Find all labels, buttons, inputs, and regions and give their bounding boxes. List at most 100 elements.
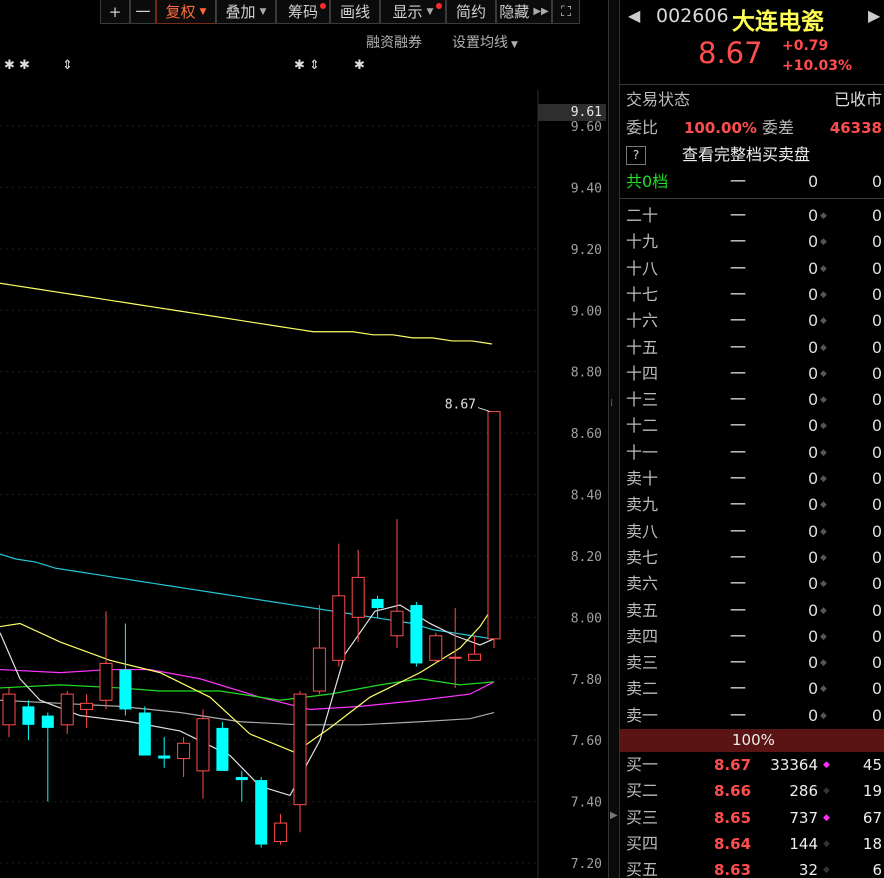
sell-level-price: 一 — [730, 600, 747, 620]
sell-level-extra: 0 — [871, 495, 882, 515]
pane-splitter[interactable]: ⁞ ▶ — [608, 0, 620, 878]
candle-body — [196, 718, 210, 772]
buy-level-price: 8.66 — [714, 782, 752, 801]
sell-level-row[interactable]: 卖二一 0 ◆ 0 — [620, 676, 884, 702]
diamond-icon: ◆ — [820, 605, 827, 616]
candle-body — [119, 669, 132, 710]
buy-level-row[interactable]: 买一 8.67 33364 ◆ 45 — [620, 752, 884, 778]
sell-level-price: 一 — [730, 574, 747, 594]
sell-level-row[interactable]: 卖六一 0 ◆ 0 — [620, 571, 884, 597]
sell-level-extra: 0 — [871, 521, 882, 541]
sell-level-extra: 0 — [871, 363, 882, 383]
sell-level-row[interactable]: 十三一 0 ◆ 0 — [620, 387, 884, 413]
sell-level-extra: 0 — [871, 469, 882, 488]
sell-level-price: 一 — [730, 495, 747, 515]
candle-body — [255, 780, 268, 845]
buy-level-row[interactable]: 买四 8.64 144 ◆ 18 — [620, 831, 884, 857]
sell-level-extra: 0 — [871, 679, 882, 699]
sell-level-row[interactable]: 卖十一 0 ◆ 0 — [620, 466, 884, 492]
splitter-grip-icon: ⁞ — [610, 398, 614, 409]
sell-level-row[interactable]: 二十一 0 ◆ 0 — [620, 203, 884, 229]
sell-level-row[interactable]: 卖九一 0 ◆ 0 — [620, 492, 884, 518]
last-price: 8.67 — [698, 36, 763, 70]
order-book-pane: ◀ 002606 大连电瓷 ▶ 8.67 +0.79 +10.03% 交易状态 … — [620, 0, 884, 878]
buy-level-extra: 67 — [862, 808, 882, 827]
sell-level-row[interactable]: 卖三一 0 ◆ 0 — [620, 650, 884, 676]
sell-level-row[interactable]: 十六一 0 ◆ 0 — [620, 308, 884, 334]
prev-stock-icon[interactable]: ◀ — [628, 6, 640, 25]
sell-level-vol: 0 — [808, 574, 819, 594]
buy-level-extra: 18 — [862, 834, 882, 853]
sell-level-extra: 0 — [871, 337, 882, 357]
sell-level-extra: 0 — [871, 653, 882, 673]
diamond-icon: ◆ — [820, 395, 827, 406]
sell-level-row[interactable]: 十七一 0 ◆ 0 — [620, 282, 884, 308]
sell-level-price: 一 — [730, 258, 747, 278]
ma-line — [0, 282, 493, 345]
diamond-icon: ◆ — [820, 658, 827, 669]
candle-body — [487, 411, 501, 640]
splitter-arrow-icon: ▶ — [610, 810, 618, 821]
sell-level-row[interactable]: 卖七一 0 ◆ 0 — [620, 545, 884, 571]
kline-chart-pane[interactable]: + 一 复权 ▼ 叠加 ▼ 筹码 画线 显示 ▼ 简约 隐藏 ▶▶ ⛶ 融资融券 设置均… — [0, 0, 608, 878]
weicha-label: 委差 — [762, 118, 795, 137]
kline-svg: 9.60 9.40 9.20 9.00 8.80 8.60 8.40 8.20 8.00 7.80… — [0, 90, 602, 878]
sell-level-extra: 0 — [871, 206, 882, 225]
full-depth-row[interactable]: ? 查看完整档买卖盘 — [620, 142, 884, 168]
sell-level-label: 卖十 — [626, 469, 659, 488]
help-icon[interactable]: ? — [626, 146, 646, 165]
ma-line — [0, 699, 495, 726]
sell-level-price: 一 — [730, 521, 747, 541]
stock-name: 大连电瓷 — [732, 9, 824, 35]
diamond-icon: ◆ — [820, 631, 827, 642]
buy-level-label: 买四 — [626, 833, 659, 853]
diamond-icon: ◆ — [823, 812, 830, 823]
buy-level-vol: 33364 — [770, 756, 818, 774]
sell-level-label: 十八 — [626, 258, 659, 278]
sell-level-vol: 0 — [808, 442, 819, 462]
candle-body — [138, 712, 151, 756]
y-tick-label: 8.20 — [571, 550, 602, 565]
sell-level-vol: 0 — [808, 337, 819, 357]
sell-level-row[interactable]: 十一一 0 ◆ 0 — [620, 440, 884, 466]
price-change-pct: +10.03% — [782, 58, 853, 74]
buy-level-row[interactable]: 买三 8.65 737 ◆ 67 — [620, 805, 884, 831]
sell-level-row[interactable]: 十八一 0 ◆ 0 — [620, 256, 884, 282]
sell-level-row[interactable]: 卖四一 0 ◆ 0 — [620, 624, 884, 650]
candle-body — [2, 693, 16, 726]
y-tick-label: 8.60 — [571, 427, 602, 442]
candle-body — [158, 755, 171, 759]
buy-level-vol: 737 — [789, 808, 818, 827]
sell-level-row[interactable]: 卖八一 0 ◆ 0 — [620, 519, 884, 545]
sell-level-label: 卖四 — [626, 626, 659, 646]
sell-level-price: 一 — [730, 390, 747, 410]
sell-level-price: 一 — [730, 547, 747, 567]
sell-level-row[interactable]: 十九一 0 ◆ 0 — [620, 229, 884, 255]
sell-level-label: 卖二 — [626, 679, 659, 699]
buy-level-row[interactable]: 买五 8.63 32 ◆ 6 — [620, 857, 884, 878]
sell-level-vol: 0 — [808, 600, 819, 620]
buy-level-vol: 286 — [789, 782, 818, 801]
next-stock-icon[interactable]: ▶ — [868, 6, 880, 25]
buy-level-extra: 6 — [872, 861, 882, 878]
sell-level-vol: 0 — [808, 469, 819, 488]
sell-level-row[interactable]: 十二一 0 ◆ 0 — [620, 413, 884, 439]
sell-level-row[interactable]: 卖一一 0 ◆ 0 — [620, 703, 884, 729]
weibi-row: 委比 100.00% 委差 46338 — [620, 115, 884, 141]
buy-level-vol: 32 — [798, 861, 818, 878]
diamond-icon: ◆ — [823, 786, 830, 797]
buy-level-row[interactable]: 买二 8.66 286 ◆ 19 — [620, 778, 884, 804]
diamond-icon: ◆ — [820, 342, 827, 353]
sell-level-price: 一 — [730, 705, 747, 725]
candle-body — [235, 777, 248, 781]
sell-level-row[interactable]: 十五一 0 ◆ 0 — [620, 335, 884, 361]
candle-body — [332, 595, 346, 661]
full-depth-link[interactable]: 查看完整档买卖盘 — [682, 142, 810, 168]
diamond-icon: ◆ — [820, 316, 827, 327]
sell-level-row[interactable]: 十四一 0 ◆ 0 — [620, 361, 884, 387]
diamond-icon: ◆ — [820, 710, 827, 721]
buy-level-price: 8.63 — [714, 861, 752, 878]
sell-level-row[interactable]: 卖五一 0 ◆ 0 — [620, 598, 884, 624]
sell-level-label: 十二 — [626, 416, 659, 436]
sell-level-price: 一 — [730, 442, 747, 462]
